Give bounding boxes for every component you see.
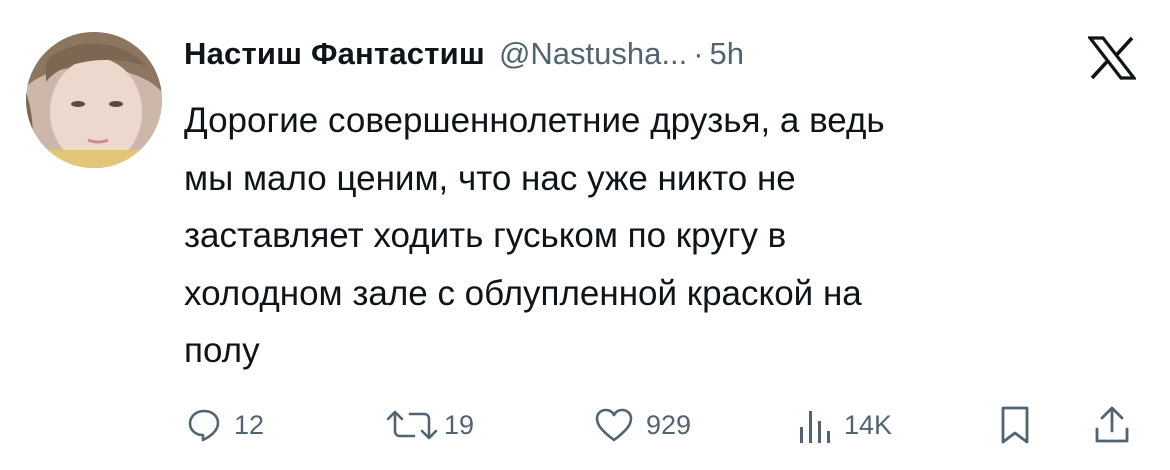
- retweet-icon: [384, 407, 440, 443]
- like-count: 929: [646, 409, 692, 440]
- tweet-header: Настиш Фантастиш @Nastusha... · 5h: [184, 36, 744, 72]
- author-name[interactable]: Настиш Фантастиш: [184, 36, 485, 72]
- bookmark-button[interactable]: [1000, 400, 1030, 450]
- reply-icon: [186, 407, 222, 443]
- views-button[interactable]: 14K: [796, 400, 892, 450]
- tweet-timestamp[interactable]: 5h: [710, 36, 744, 72]
- like-button[interactable]: 929: [594, 400, 691, 450]
- tweet-text-line: заставляет ходить гуськом по кругу в: [184, 216, 787, 255]
- share-button[interactable]: [1094, 400, 1130, 450]
- author-handle[interactable]: @Nastusha...: [499, 36, 687, 72]
- retweet-button[interactable]: 19: [384, 400, 474, 450]
- tweet-actions-bar: 12 19 929 14K: [0, 400, 1170, 450]
- header-separator: ·: [693, 36, 704, 71]
- x-logo-icon: [1086, 36, 1138, 80]
- views-icon: [796, 405, 832, 445]
- avatar-image: [26, 32, 162, 168]
- views-count: 14K: [844, 409, 893, 440]
- avatar[interactable]: [26, 32, 162, 168]
- heart-icon: [594, 407, 634, 443]
- tweet-text-line: полу: [184, 331, 260, 370]
- tweet-text-line: Дорогие совершеннолетние друзья, а ведь: [184, 101, 885, 140]
- bookmark-icon: [1000, 405, 1030, 445]
- reply-button[interactable]: 12: [186, 400, 264, 450]
- share-icon: [1094, 405, 1130, 445]
- tweet-text-line: холодном зале с облупленной краской на: [184, 273, 862, 313]
- reply-count: 12: [234, 409, 265, 440]
- tweet-text: Дорогие совершеннолетние друзья, а ведь …: [184, 92, 1124, 380]
- tweet-text-line: мы мало ценим, что нас уже никто не: [184, 158, 796, 198]
- retweet-count: 19: [444, 409, 475, 440]
